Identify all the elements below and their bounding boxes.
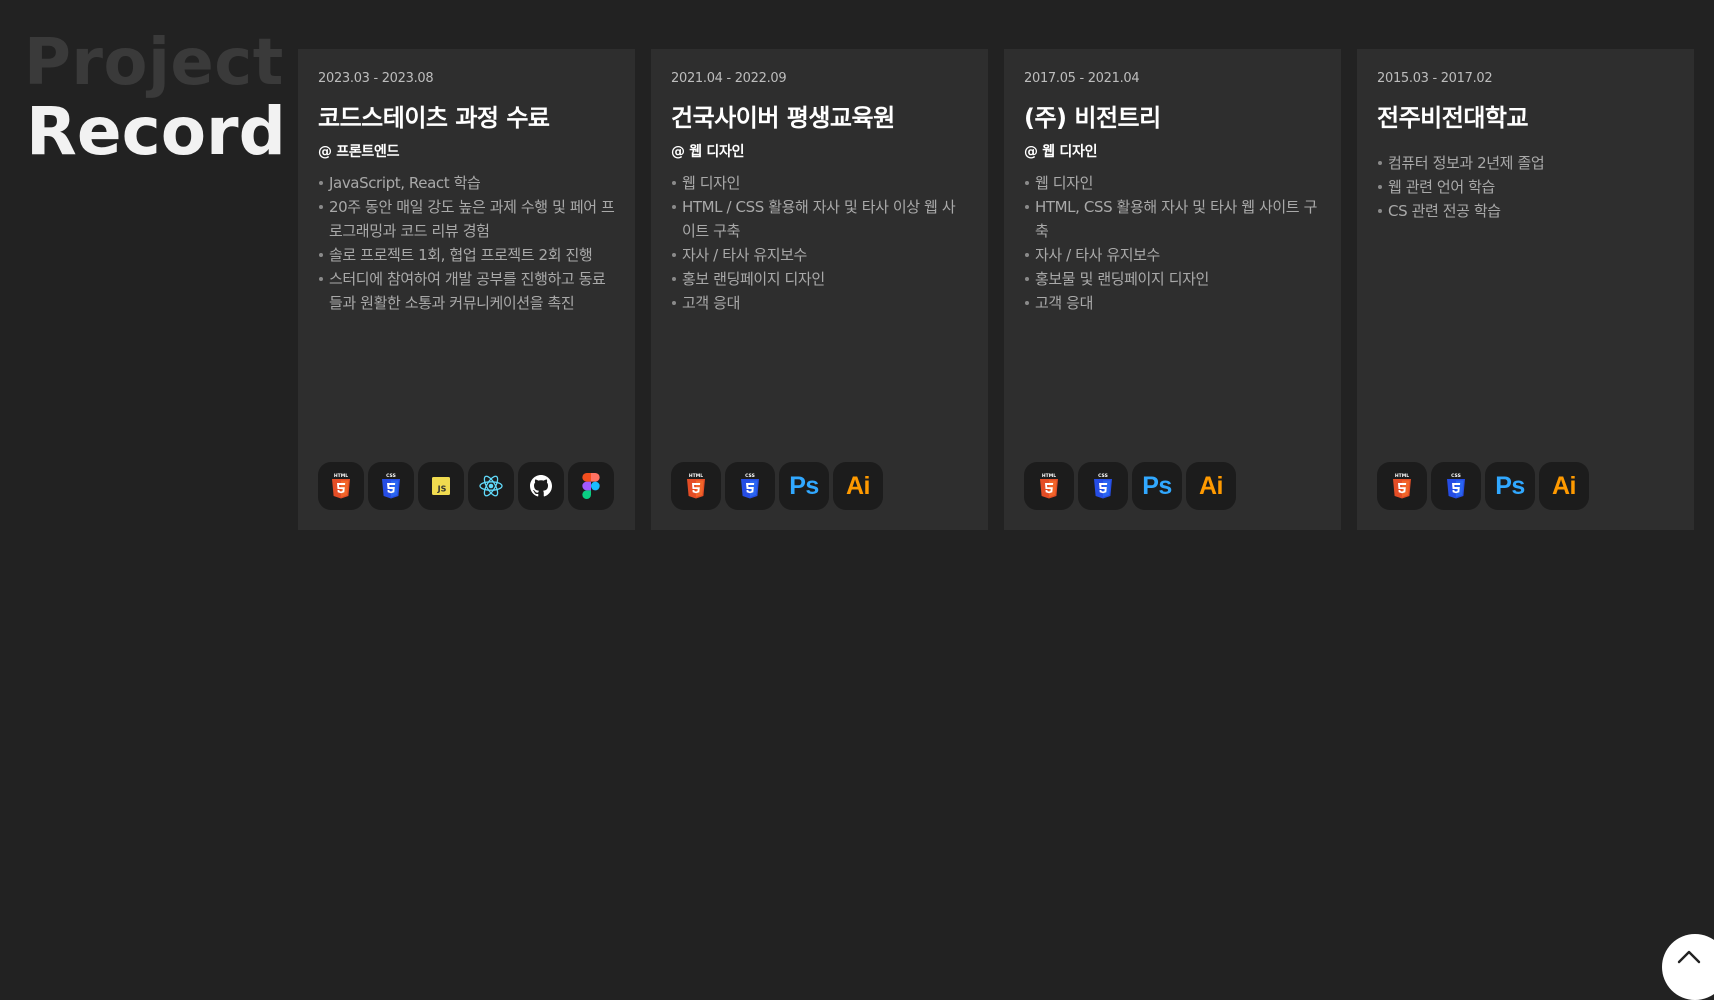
record-bullets: 웹 디자인 HTML, CSS 활용해 자사 및 타사 웹 사이트 구축 자사 … (1024, 171, 1321, 315)
html5-icon: HTML (1024, 462, 1074, 510)
illustrator-icon: Ai (833, 462, 883, 510)
photoshop-icon: Ps (779, 462, 829, 510)
record-card: 2021.04 - 2022.09 건국사이버 평생교육원 @ 웹 디자인 웹 … (651, 49, 988, 530)
record-bullet: 자사 / 타사 유지보수 (671, 243, 968, 267)
record-bullet: HTML, CSS 활용해 자사 및 타사 웹 사이트 구축 (1024, 195, 1321, 243)
heading-project: Project (24, 26, 284, 100)
css3-icon: CSS (1431, 462, 1481, 510)
chevron-up-icon (1677, 950, 1701, 964)
record-bullet: 웹 관련 언어 학습 (1377, 175, 1674, 199)
illustrator-icon: Ai (1186, 462, 1236, 510)
record-bullet: 고객 응대 (1024, 291, 1321, 315)
css3-icon: CSS (725, 462, 775, 510)
record-role: @ 웹 디자인 (671, 144, 745, 160)
record-title: 건국사이버 평생교육원 (671, 104, 895, 132)
record-bullets: 웹 디자인 HTML / CSS 활용해 자사 및 타사 이상 웹 사이트 구축… (671, 171, 968, 315)
record-card: 2015.03 - 2017.02 전주비전대학교 컴퓨터 정보과 2년제 졸업… (1357, 49, 1694, 530)
svg-text:HTML: HTML (1042, 473, 1056, 479)
project-record-cards: 2023.03 - 2023.08 코드스테이츠 과정 수료 @ 프론트엔드 J… (298, 49, 1694, 530)
javascript-icon: JS (418, 462, 464, 510)
illustrator-icon: Ai (1539, 462, 1589, 510)
record-period: 2021.04 - 2022.09 (671, 71, 787, 86)
html5-icon: HTML (1377, 462, 1427, 510)
svg-text:CSS: CSS (745, 473, 755, 479)
css3-icon: CSS (1078, 462, 1128, 510)
svg-text:HTML: HTML (1395, 473, 1409, 479)
record-period: 2017.05 - 2021.04 (1024, 71, 1140, 86)
record-card: 2023.03 - 2023.08 코드스테이츠 과정 수료 @ 프론트엔드 J… (298, 49, 635, 530)
record-bullet: 웹 디자인 (671, 171, 968, 195)
record-bullets: 컴퓨터 정보과 2년제 졸업 웹 관련 언어 학습 CS 관련 전공 학습 (1377, 151, 1674, 223)
html5-icon: HTML (671, 462, 721, 510)
record-bullet: 솔로 프로젝트 1회, 협업 프로젝트 2회 진행 (318, 243, 615, 267)
svg-text:HTML: HTML (689, 473, 703, 479)
record-bullet: HTML / CSS 활용해 자사 및 타사 이상 웹 사이트 구축 (671, 195, 968, 243)
record-bullet: 컴퓨터 정보과 2년제 졸업 (1377, 151, 1674, 175)
tech-stack: HTML CSS Ps Ai (1024, 462, 1240, 510)
record-bullet: 홍보 랜딩페이지 디자인 (671, 267, 968, 291)
svg-text:CSS: CSS (386, 473, 396, 479)
svg-text:CSS: CSS (1451, 473, 1461, 479)
record-title: (주) 비전트리 (1024, 104, 1161, 132)
heading-record: Record (26, 93, 286, 171)
tech-stack: HTML CSS Ps Ai (1377, 462, 1593, 510)
svg-text:JS: JS (437, 485, 447, 494)
record-bullets: JavaScript, React 학습 20주 동안 매일 강도 높은 과제 … (318, 171, 615, 315)
record-bullet: 20주 동안 매일 강도 높은 과제 수행 및 페어 프로그래밍과 코드 리뷰 … (318, 195, 615, 243)
record-period: 2015.03 - 2017.02 (1377, 71, 1493, 86)
record-period: 2023.03 - 2023.08 (318, 71, 434, 86)
svg-text:CSS: CSS (1098, 473, 1108, 479)
record-title: 전주비전대학교 (1377, 104, 1529, 132)
svg-text:HTML: HTML (334, 473, 348, 479)
record-bullet: 자사 / 타사 유지보수 (1024, 243, 1321, 267)
react-icon (468, 462, 514, 510)
css3-icon: CSS (368, 462, 414, 510)
section-heading: Project Record (24, 26, 286, 171)
record-role: @ 웹 디자인 (1024, 144, 1098, 160)
tech-stack: HTML CSS Ps Ai (671, 462, 887, 510)
photoshop-icon: Ps (1485, 462, 1535, 510)
record-title: 코드스테이츠 과정 수료 (318, 104, 550, 132)
record-bullet: 홍보물 및 랜딩페이지 디자인 (1024, 267, 1321, 291)
github-icon (518, 462, 564, 510)
record-bullet: CS 관련 전공 학습 (1377, 199, 1674, 223)
record-bullet: JavaScript, React 학습 (318, 171, 615, 195)
html5-icon: HTML (318, 462, 364, 510)
tech-stack: HTML CSS JS (318, 462, 614, 510)
scroll-to-top-button[interactable] (1662, 934, 1714, 1000)
record-bullet: 웹 디자인 (1024, 171, 1321, 195)
record-role: @ 프론트엔드 (318, 144, 400, 160)
figma-icon (568, 462, 614, 510)
record-bullet: 고객 응대 (671, 291, 968, 315)
record-bullet: 스터디에 참여하여 개발 공부를 진행하고 동료들과 원활한 소통과 커뮤니케이… (318, 267, 615, 315)
photoshop-icon: Ps (1132, 462, 1182, 510)
record-card: 2017.05 - 2021.04 (주) 비전트리 @ 웹 디자인 웹 디자인… (1004, 49, 1341, 530)
